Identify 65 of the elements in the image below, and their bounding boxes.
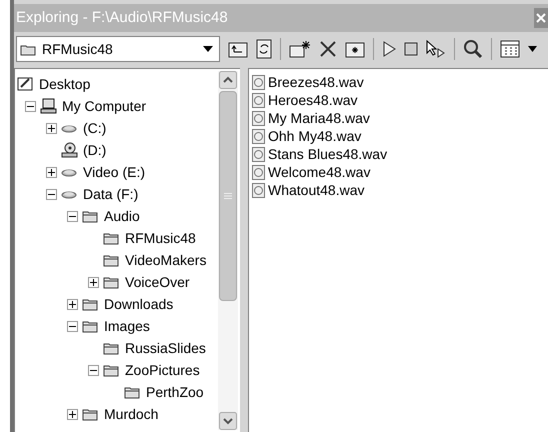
play-icon[interactable] (382, 41, 396, 57)
file-name[interactable]: Whatout48.wav (268, 180, 364, 200)
collapse-icon[interactable] (46, 188, 57, 200)
audio-file-icon (252, 128, 265, 144)
search-icon[interactable] (463, 39, 483, 59)
file-name[interactable]: Stans Blues48.wav (268, 144, 388, 164)
audio-file-icon (252, 92, 265, 108)
audio-file-icon (252, 110, 265, 126)
scrollbar[interactable] (218, 71, 238, 430)
scroll-thumb[interactable] (219, 91, 237, 301)
file-name[interactable]: Heroes48.wav (268, 90, 358, 110)
cd-drive-icon (61, 142, 78, 158)
folder-up-icon[interactable] (228, 40, 248, 58)
tree-item[interactable]: Images (104, 316, 150, 336)
new-folder-icon[interactable] (289, 40, 311, 58)
tree-item[interactable]: Audio (104, 206, 140, 226)
tree-item[interactable]: (D:) (83, 140, 106, 160)
caret-icon (203, 46, 213, 52)
expand-icon[interactable] (46, 166, 57, 178)
collapse-icon[interactable] (88, 364, 99, 376)
file-name[interactable]: Breezes48.wav (268, 72, 364, 92)
tree-item[interactable]: Downloads (104, 294, 174, 314)
expand-icon[interactable] (46, 122, 57, 134)
delete-icon[interactable] (319, 40, 337, 58)
grip-icon (224, 193, 232, 199)
close-button[interactable] (534, 8, 548, 28)
tree-item[interactable]: My Computer (62, 96, 146, 116)
computer-icon (40, 98, 57, 114)
close-icon (536, 13, 546, 23)
pointer-play-icon[interactable] (426, 40, 446, 58)
tree-item[interactable]: (C:) (83, 118, 106, 138)
caret-icon[interactable] (528, 46, 537, 52)
expand-icon[interactable] (67, 408, 78, 420)
scroll-down-icon[interactable] (219, 412, 237, 430)
tree-item[interactable]: VoiceOver (125, 272, 190, 292)
collapse-icon[interactable] (25, 100, 36, 112)
audio-file-icon (252, 146, 265, 162)
audio-file-icon (252, 74, 265, 90)
folder-icon (20, 42, 36, 56)
scroll-up-icon[interactable] (219, 71, 237, 89)
audio-file-icon (252, 182, 265, 198)
tree-item[interactable]: Desktop (39, 74, 90, 94)
desktop-icon (17, 76, 34, 92)
refresh-icon[interactable] (256, 39, 272, 59)
stop-icon[interactable] (404, 42, 418, 56)
tree-item[interactable]: Data (F:) (83, 184, 138, 204)
collapse-icon[interactable] (67, 210, 78, 222)
tree-item[interactable]: RussiaSlides (125, 338, 206, 358)
expand-icon[interactable] (88, 276, 99, 288)
address-text: RFMusic48 (42, 40, 114, 58)
tree-item[interactable]: ZooPictures (125, 360, 200, 380)
tree-item[interactable]: Murdoch (104, 404, 158, 424)
collapse-icon[interactable] (67, 320, 78, 332)
tree-item[interactable]: Video (E:) (83, 162, 145, 182)
file-name[interactable]: My Maria48.wav (268, 108, 370, 128)
file-name[interactable]: Ohh My48.wav (268, 126, 362, 146)
tree-item[interactable]: RFMusic48 (125, 228, 196, 248)
window-title: Exploring - F:\Audio\RFMusic48 (16, 8, 228, 28)
file-name[interactable]: Welcome48.wav (268, 162, 370, 182)
view-icon[interactable] (500, 40, 520, 58)
tree-item[interactable]: PerthZoo (146, 382, 204, 402)
tree-item[interactable]: VideoMakers (125, 250, 206, 270)
audio-file-icon (252, 164, 265, 180)
address-combo[interactable]: RFMusic48 (16, 36, 220, 62)
expand-icon[interactable] (67, 298, 78, 310)
